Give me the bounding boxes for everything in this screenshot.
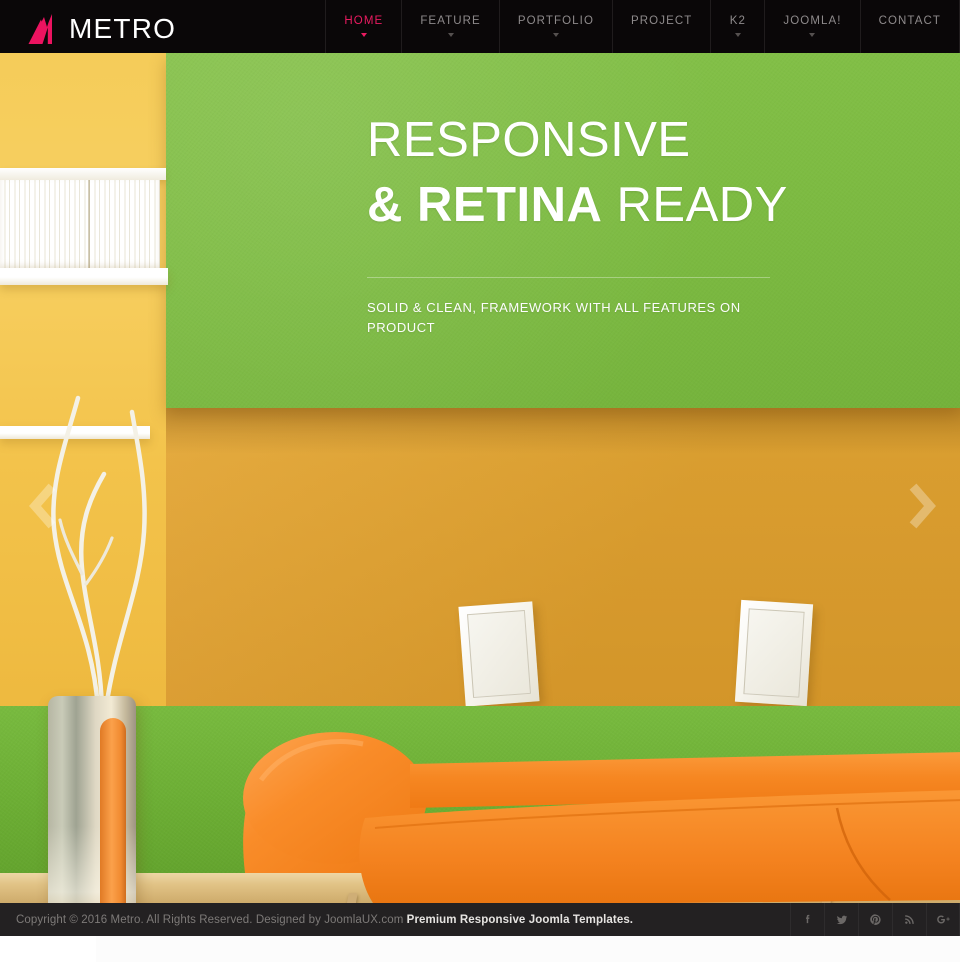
rss-icon — [905, 915, 914, 924]
vase-orange-stripe — [100, 718, 126, 903]
hero-divider — [367, 276, 770, 278]
nav-item-home[interactable]: HOME — [325, 0, 401, 53]
google-plus-link[interactable] — [926, 903, 960, 936]
chevron-down-icon — [809, 32, 816, 37]
site-header: METRO HOME FEATURE PORTFOLIO PROJECT K2 — [0, 0, 960, 53]
page-root: METRO HOME FEATURE PORTFOLIO PROJECT K2 — [0, 0, 960, 962]
chevron-down-icon — [447, 32, 454, 37]
pinterest-icon — [870, 914, 881, 925]
hero-slider[interactable]: RESPONSIVE & RETINA READY SOLID & CLEAN,… — [0, 53, 960, 903]
nav-item-contact[interactable]: CONTACT — [859, 0, 960, 53]
chevron-right-icon — [909, 483, 936, 529]
main-navigation: HOME FEATURE PORTFOLIO PROJECT K2 JOOMLA… — [325, 0, 960, 53]
hero-copy: RESPONSIVE & RETINA READY SOLID & CLEAN,… — [367, 113, 797, 337]
hero-headline-bold: & RETINA — [367, 178, 603, 233]
copyright-plain: Copyright © 2016 Metro. All Rights Reser… — [16, 913, 407, 926]
nav-label: K2 — [729, 15, 747, 28]
pinterest-link[interactable] — [858, 903, 892, 936]
nav-label: HOME — [344, 15, 384, 28]
stems — [51, 395, 147, 708]
chevron-down-icon — [552, 32, 559, 37]
chevron-left-icon — [29, 483, 56, 529]
page-bottom-strip — [0, 936, 960, 962]
hero-headline-line1: RESPONSIVE — [367, 113, 691, 167]
slider-prev-arrow[interactable] — [26, 483, 60, 529]
nav-label: PROJECT — [631, 15, 693, 28]
orange-sofa — [243, 732, 960, 903]
nav-item-portfolio[interactable]: PORTFOLIO — [498, 0, 612, 53]
chevron-down-icon — [734, 32, 741, 37]
books-row — [0, 180, 160, 268]
nav-item-k2[interactable]: K2 — [710, 0, 764, 53]
google-plus-icon — [936, 915, 950, 924]
facebook-icon — [805, 914, 810, 924]
hero-subtitle: SOLID & CLEAN, FRAMEWORK WITH ALL FEATUR… — [367, 299, 741, 335]
hero-headline-rest: READY — [602, 178, 788, 233]
copyright-text: Copyright © 2016 Metro. All Rights Reser… — [0, 914, 633, 926]
twitter-icon — [836, 915, 847, 924]
nav-label: JOOMLA! — [783, 15, 842, 28]
shelf-middle — [0, 268, 168, 285]
social-links — [790, 903, 960, 936]
chevron-down-icon — [360, 32, 367, 37]
copyright-bold: Premium Responsive Joomla Templates. — [406, 913, 634, 926]
nav-label: CONTACT — [878, 15, 941, 28]
slider-next-arrow[interactable] — [905, 483, 939, 529]
logo[interactable]: METRO — [0, 0, 176, 53]
nav-label: FEATURE — [420, 15, 481, 28]
shelf-top — [0, 168, 166, 180]
site-footer: Copyright © 2016 Metro. All Rights Reser… — [0, 903, 960, 936]
nav-label: PORTFOLIO — [517, 15, 594, 28]
hero-headline-line2: & RETINA READY — [367, 180, 797, 231]
logo-text: METRO — [69, 12, 177, 44]
rss-link[interactable] — [892, 903, 926, 936]
logo-m-icon — [28, 13, 52, 44]
nav-item-project[interactable]: PROJECT — [612, 0, 710, 53]
twitter-link[interactable] — [824, 903, 858, 936]
nav-item-joomla[interactable]: JOOMLA! — [764, 0, 859, 53]
nav-item-feature[interactable]: FEATURE — [401, 0, 499, 53]
facebook-link[interactable] — [790, 903, 824, 936]
vase — [48, 395, 147, 903]
